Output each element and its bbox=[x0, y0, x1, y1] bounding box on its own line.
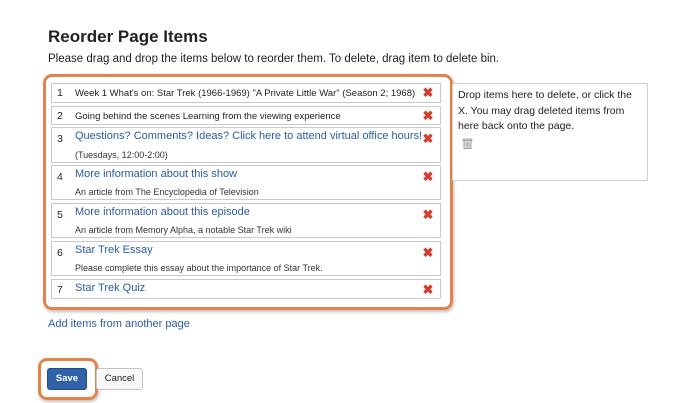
list-item[interactable]: 1 Week 1 What's on: Star Trek (1966-1969… bbox=[51, 83, 441, 103]
item-text: Going behind the scenes Learning from th… bbox=[75, 111, 341, 122]
list-item[interactable]: 2 Going behind the scenes Learning from … bbox=[51, 106, 441, 125]
trash-bin-icon bbox=[462, 138, 473, 149]
list-item[interactable]: 4 More information about this show An ar… bbox=[51, 165, 441, 200]
page-title: Reorder Page Items bbox=[48, 27, 208, 46]
delete-bin-text: Drop items here to delete, or click the … bbox=[458, 89, 632, 132]
item-subtext: An article from Memory Alpha, a notable … bbox=[75, 225, 292, 235]
delete-icon[interactable]: ✖ bbox=[422, 283, 434, 296]
delete-icon[interactable]: ✖ bbox=[422, 86, 434, 99]
item-number: 2 bbox=[57, 110, 63, 122]
list-item[interactable]: 6 Star Trek Essay Please complete this e… bbox=[51, 241, 441, 276]
delete-icon[interactable]: ✖ bbox=[422, 109, 434, 122]
list-item[interactable]: 3 Questions? Comments? Ideas? Click here… bbox=[51, 127, 441, 163]
instructions-text: Please drag and drop the items below to … bbox=[48, 53, 500, 65]
delete-bin[interactable]: Drop items here to delete, or click the … bbox=[452, 83, 648, 181]
item-number: 6 bbox=[57, 247, 63, 259]
item-link[interactable]: More information about this show bbox=[75, 168, 237, 180]
delete-icon[interactable]: ✖ bbox=[422, 170, 434, 183]
list-item[interactable]: 5 More information about this episode An… bbox=[51, 203, 441, 238]
cancel-button[interactable]: Cancel bbox=[96, 368, 143, 390]
delete-icon[interactable]: ✖ bbox=[422, 132, 434, 145]
item-number: 5 bbox=[57, 209, 63, 221]
item-number: 3 bbox=[57, 133, 63, 145]
delete-icon[interactable]: ✖ bbox=[422, 246, 434, 259]
item-link[interactable]: More information about this episode bbox=[75, 206, 250, 218]
delete-icon[interactable]: ✖ bbox=[422, 208, 434, 221]
save-button[interactable]: Save bbox=[47, 368, 87, 390]
item-link[interactable]: Star Trek Quiz bbox=[75, 282, 145, 294]
item-text: Week 1 What's on: Star Trek (1966-1969) … bbox=[75, 88, 416, 99]
item-link[interactable]: Star Trek Essay bbox=[75, 244, 153, 256]
item-number: 1 bbox=[57, 87, 63, 99]
item-number: 4 bbox=[57, 171, 63, 183]
item-subtext: Please complete this essay about the imp… bbox=[75, 263, 323, 273]
item-subtext: (Tuesdays, 12:00-2:00) bbox=[75, 150, 168, 160]
add-items-link[interactable]: Add items from another page bbox=[48, 318, 190, 330]
list-item[interactable]: 7 Star Trek Quiz ✖ bbox=[51, 279, 441, 299]
item-subtext: An article from The Encyclopedia of Tele… bbox=[75, 187, 259, 197]
item-number: 7 bbox=[57, 284, 63, 296]
item-link[interactable]: Questions? Comments? Ideas? Click here t… bbox=[75, 130, 422, 142]
